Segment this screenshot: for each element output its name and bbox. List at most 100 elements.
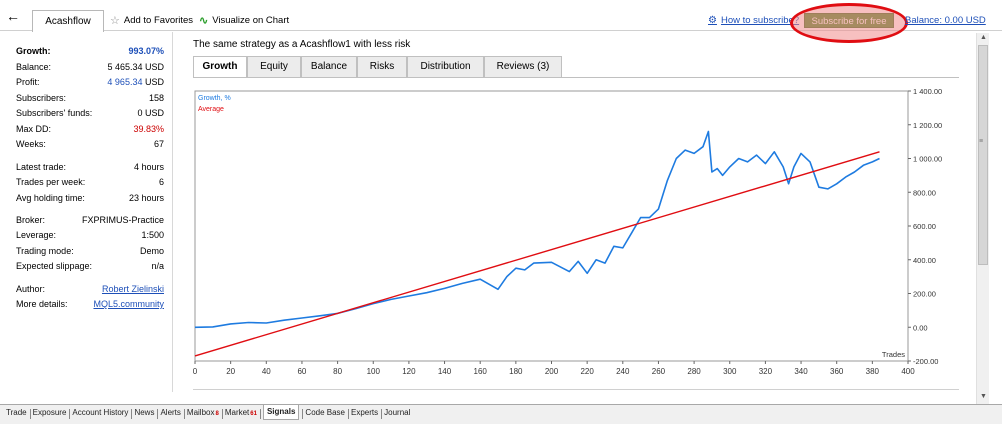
chart-axes [194,90,909,362]
stat-subscribers: Subscribers: 158 [16,93,164,106]
y-tick-label: 600.00 [913,222,936,231]
signal-title-tab[interactable]: Acashflow [32,10,104,32]
stat-label: Weeks: [16,139,46,149]
x-tick-label: 220 [580,367,594,376]
stat-slippage: Expected slippage: n/a [16,261,164,274]
chart-ticks: -200.00 0.00 200.00 400.00 600.00 800.00 1 000… [193,87,942,376]
vertical-scrollbar[interactable]: ▲ ≡ ▼ [976,33,989,405]
y-tick-label: 0.00 [913,323,928,332]
bottom-tab-market[interactable]: Market61 [225,408,257,417]
scrollbar-thumb[interactable] [978,45,988,265]
x-tick-label: 140 [438,367,452,376]
content-divider [193,389,959,390]
stat-value: 5 465.34 USD [107,62,164,72]
x-tick-label: 260 [652,367,666,376]
stat-label: Trading mode: [16,246,74,256]
stat-value: 4 965.34 USD [107,77,164,87]
balance-link[interactable]: Balance: 0.00 USD [905,15,986,26]
bottom-tab-badge: 8 [215,411,219,417]
tab-separator [183,409,185,419]
add-to-favorites-label: Add to Favorites [123,15,194,26]
tab-reviews[interactable]: Reviews (3) [484,56,562,77]
bottom-tab-trade[interactable]: Trade [6,408,27,417]
author-link[interactable]: Robert Zielinski [102,284,164,294]
x-tick-label: 40 [262,367,271,376]
x-tick-label: 280 [687,367,701,376]
growth-chart: -200.00 0.00 200.00 400.00 600.00 800.00 1 000… [190,82,950,378]
y-tick-label: 800.00 [913,188,936,197]
bottom-tab-label: Alerts [160,408,181,417]
stat-label: Max DD: [16,124,52,134]
more-details-link[interactable]: MQL5.community [93,299,164,309]
bottom-tab-alerts[interactable]: Alerts [160,408,180,417]
bottom-tab-account-history[interactable]: Account History [72,408,128,417]
stat-broker: Broker: FXPRIMUS-Practice [16,215,164,228]
stat-value: 39.83% [133,124,164,134]
tab-separator [221,409,223,419]
how-to-subscribe-link[interactable]: ⚙ How to subscribe? [708,15,799,26]
x-axis-label: Trades [882,350,905,359]
bottom-tab-mailbox[interactable]: Mailbox8 [187,408,219,417]
scroll-grip-icon: ≡ [979,138,984,145]
x-tick-label: 180 [509,367,523,376]
bottom-tab-code-base[interactable]: Code Base [305,408,345,417]
y-tick-label: 200.00 [913,290,936,299]
stat-label: Profit: [16,77,40,87]
y-tick-label: 400.00 [913,256,936,265]
x-tick-label: 100 [367,367,381,376]
how-to-subscribe-label: How to subscribe? [720,15,800,26]
bottom-tab-experts[interactable]: Experts [351,408,378,417]
bottom-tab-news[interactable]: News [134,408,154,417]
x-tick-label: 300 [723,367,737,376]
plot-frame [194,90,909,362]
stat-value: 0 USD [137,108,164,118]
growth-line [194,130,880,329]
tab-separator [259,409,261,419]
bottom-tab-badge: 61 [250,411,257,417]
legend-growth: Growth, % [198,95,231,102]
bottom-tab-label: Journal [384,408,411,417]
visualize-on-chart-label: Visualize on Chart [212,15,290,26]
stat-label: Broker: [16,215,46,225]
tab-balance[interactable]: Balance [301,56,357,77]
tab-risks[interactable]: Risks [357,56,407,77]
terminal-tabs-bar: Trade Exposure Account History News Alerts Ma… [0,404,1002,424]
signal-stats-panel: Growth: 993.07% Balance: 5 465.34 USD Pr… [0,32,173,392]
bottom-tab-label: Trade [6,408,27,417]
scroll-down-icon[interactable]: ▼ [980,393,987,400]
stat-value: FXPRIMUS-Practice [81,215,164,225]
stat-value: n/a [151,261,164,271]
tab-distribution[interactable]: Distribution [407,56,484,77]
stat-label: Growth: [16,46,51,56]
scroll-up-icon[interactable]: ▲ [980,34,987,41]
stat-profit: Profit: 4 965.34 USD [16,77,164,90]
add-to-favorites-link[interactable]: ☆ Add to Favorites [110,15,193,26]
bottom-tab-label: News [134,408,155,417]
bottom-tab-exposure[interactable]: Exposure [33,408,67,417]
bottom-tab-signals[interactable]: Signals [262,405,300,420]
bottom-tab-label: Account History [72,408,129,417]
tab-growth[interactable]: Growth [193,56,247,78]
tab-divider [193,77,959,78]
stat-avg-holding: Avg holding time: 23 hours [16,193,164,206]
x-tick-label: 200 [545,367,559,376]
stat-leverage: Leverage: 1:500 [16,230,164,243]
chart-series [194,130,880,357]
tab-separator [69,409,71,419]
stat-label: Leverage: [16,230,57,240]
bottom-tab-journal[interactable]: Journal [384,408,410,417]
stat-value: 23 hours [128,193,164,203]
stat-value: 993.07% [128,46,164,56]
stat-value: 4 hours [133,162,164,172]
tab-separator [348,409,350,419]
signal-description: The same strategy as a Acashflow1 with l… [193,39,411,50]
visualize-on-chart-link[interactable]: ∿ Visualize on Chart [199,15,289,26]
tab-separator [302,409,304,419]
stat-value: Demo [139,246,164,256]
stat-subscribers-funds: Subscribers' funds: 0 USD [16,108,164,121]
subscribe-button[interactable]: Subscribe for free [804,13,894,28]
stat-label: Trades per week: [16,177,86,187]
tab-equity[interactable]: Equity [247,56,301,77]
back-arrow-icon[interactable]: ← [6,9,24,23]
stat-growth: Growth: 993.07% [16,46,164,59]
